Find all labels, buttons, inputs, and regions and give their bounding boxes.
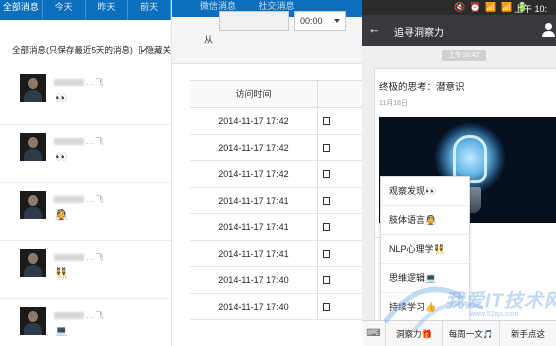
row-checkbox[interactable] — [323, 196, 330, 205]
nickname: …飞 — [86, 310, 105, 320]
message-preview: 👀 — [55, 152, 68, 163]
message-timestamp: 上午10:42 — [442, 50, 486, 61]
nickname: …飞 — [86, 194, 105, 204]
row-checkbox[interactable] — [323, 223, 330, 231]
message-preview: 💻 — [55, 326, 68, 337]
hide-label: 隐藏关 — [145, 45, 171, 55]
menu-item-nlp[interactable]: NLP心理学👯 — [381, 235, 469, 264]
row-checkbox[interactable] — [323, 117, 330, 125]
from-label: 从 — [204, 35, 214, 45]
message-preview: 👀 — [55, 93, 68, 104]
list-item[interactable]: …飞 👰 — [0, 182, 171, 240]
row-checkbox[interactable] — [323, 249, 330, 258]
chat-title: 追寻洞察力 — [394, 28, 444, 39]
message-list-panel: 全部消息 今天 昨天 前天 全部消息(只保存最近5天的消息) 隐藏关 …飞 👀 … — [0, 0, 172, 346]
visit-time: 2014-11-17 17:41 — [190, 187, 318, 213]
table-row: 2014-11-17 17:41 — [190, 240, 362, 267]
table-row: 2014-11-17 17:40 — [190, 267, 362, 294]
message-list-title: 全部消息(只保存最近5天的消息) — [12, 45, 133, 55]
start-time-value: 00:00 — [300, 16, 323, 26]
visit-table: 访问时间 2014-11-17 17:42 2014-11-17 17:42 2… — [190, 80, 362, 320]
menu-item-observe[interactable]: 观察发现👀 — [381, 177, 469, 206]
table-row: 2014-11-17 17:42 — [190, 161, 362, 188]
tab-social-messages[interactable]: 社交消息 — [259, 1, 295, 11]
back-arrow-icon[interactable]: ← — [368, 22, 382, 36]
visit-time: 2014-11-17 17:42 — [190, 161, 318, 187]
message-list-header: 全部消息(只保存最近5天的消息) 隐藏关 — [0, 38, 171, 62]
table-header: 访问时间 — [190, 81, 362, 108]
visit-time: 2014-11-17 17:41 — [190, 214, 318, 240]
visit-time: 2014-11-17 17:40 — [190, 293, 318, 319]
table-row: 2014-11-17 17:42 — [190, 108, 362, 135]
nickname: …飞 — [86, 77, 105, 87]
table-row: 2014-11-17 17:41 — [190, 187, 362, 214]
row-checkbox[interactable] — [323, 276, 330, 284]
nickname: …飞 — [86, 136, 105, 146]
watermark-url: www.52itjs.com — [470, 311, 519, 318]
message-list: …飞 👀 …飞 👀 …飞 👰 …飞 👯 …飞 💻 — [0, 66, 171, 346]
visit-time: 2014-11-17 17:41 — [190, 240, 318, 266]
avatar — [20, 307, 46, 335]
start-time-select[interactable]: 00:00 — [294, 11, 346, 31]
chevron-down-icon — [334, 19, 340, 23]
nav-newbie[interactable]: 新手点这 — [500, 321, 556, 346]
list-item[interactable]: …飞 💻 — [0, 298, 171, 346]
status-time: 上午 10: — [514, 4, 548, 14]
nav-insight[interactable]: 洞察力🎁 — [386, 320, 443, 346]
row-checkbox[interactable] — [323, 170, 330, 178]
column-header-visit-time: 访问时间 — [190, 81, 318, 107]
message-preview: 👰 — [55, 210, 68, 221]
status-bar: 🔇 ⏰ 📶 📶 🔋 上午 10: — [362, 0, 556, 15]
watermark-text: 我爱IT技术网 — [445, 291, 556, 312]
avatar — [20, 249, 46, 277]
nav-weekly-article[interactable]: 每周一文🎵 — [443, 320, 500, 346]
visit-time: 2014-11-17 17:42 — [190, 108, 318, 134]
table-row: 2014-11-17 17:41 — [190, 214, 362, 241]
article-date: 11月18日 — [379, 100, 409, 107]
nickname: …飞 — [86, 252, 105, 262]
tab-day-before[interactable]: 前天 — [128, 0, 171, 20]
list-item[interactable]: …飞 👀 — [0, 66, 171, 124]
visit-log-panel: 微信消息 社交消息 从 00:00 访问时间 2014-11-17 17:42 … — [172, 0, 362, 346]
hide-checkbox[interactable] — [138, 46, 143, 54]
message-preview: 👯 — [55, 268, 68, 279]
start-date-input[interactable] — [219, 11, 289, 31]
row-checkbox[interactable] — [323, 302, 330, 311]
tab-yesterday[interactable]: 昨天 — [86, 0, 129, 20]
list-item[interactable]: …飞 👀 — [0, 124, 171, 182]
avatar — [20, 74, 46, 102]
keyboard-icon[interactable]: ⌨ — [362, 320, 386, 346]
avatar — [20, 191, 46, 219]
menu-item-body-language[interactable]: 肢体语言👰 — [381, 206, 469, 235]
tab-all-messages[interactable]: 全部消息 — [0, 0, 43, 20]
visit-time: 2014-11-17 17:40 — [190, 267, 318, 293]
list-item[interactable]: …飞 👯 — [0, 240, 171, 298]
visit-time: 2014-11-17 17:42 — [190, 134, 318, 160]
tab-wechat-messages[interactable]: 微信消息 — [200, 1, 236, 11]
table-row: 2014-11-17 17:40 — [190, 293, 362, 320]
tab-today[interactable]: 今天 — [43, 0, 86, 20]
person-icon[interactable] — [542, 23, 556, 37]
date-tabs: 全部消息 今天 昨天 前天 — [0, 0, 171, 20]
bottom-menu-bar: ⌨ 洞察力🎁 每周一文🎵 新手点这 — [362, 320, 556, 346]
chat-app-bar: ← 追寻洞察力 — [362, 15, 556, 46]
table-row: 2014-11-17 17:42 — [190, 134, 362, 161]
row-checkbox[interactable] — [323, 143, 330, 152]
article-title: 终极的思考：潜意识 — [379, 82, 465, 93]
avatar — [20, 133, 46, 161]
